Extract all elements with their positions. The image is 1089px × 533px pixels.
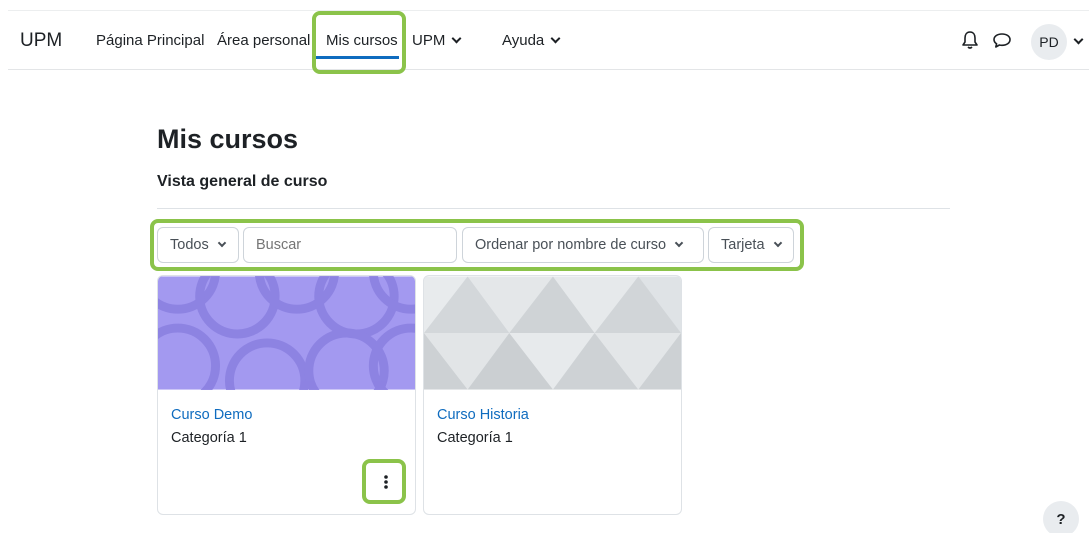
grouping-value: Todos: [170, 237, 209, 253]
top-navbar: UPM Página Principal Área personal Mis c…: [8, 10, 1089, 70]
nav-item-upm-dropdown[interactable]: UPM: [412, 32, 462, 49]
nav-item-area-personal[interactable]: Área personal: [217, 32, 310, 49]
chat-bubble-icon[interactable]: [992, 32, 1012, 49]
course-title-link[interactable]: Curso Historia: [437, 407, 529, 423]
section-subtitle: Vista general de curso: [157, 173, 328, 190]
help-button[interactable]: ?: [1043, 501, 1079, 533]
chevron-down-icon: [217, 238, 226, 248]
user-avatar[interactable]: PD: [1031, 24, 1067, 60]
sort-value: Ordenar por nombre de curso: [475, 237, 667, 253]
course-actions-button[interactable]: [376, 472, 396, 492]
chevron-down-icon: [773, 238, 782, 248]
bell-icon[interactable]: [961, 30, 979, 50]
sort-dropdown[interactable]: Ordenar por nombre de curso: [462, 227, 704, 263]
nav-item-pagina-principal[interactable]: Página Principal: [96, 32, 204, 49]
site-brand[interactable]: UPM: [20, 30, 62, 52]
kebab-menu-icon: [384, 475, 388, 489]
course-image-pattern[interactable]: [424, 276, 681, 390]
active-tab-indicator: [312, 56, 399, 59]
nav-item-upm-label: UPM: [412, 32, 446, 49]
chevron-down-icon: [550, 33, 561, 44]
course-card[interactable]: Curso Demo Categoría 1: [157, 275, 416, 515]
search-input[interactable]: [243, 227, 457, 263]
course-category: Categoría 1: [171, 430, 247, 446]
view-value: Tarjeta: [721, 237, 765, 253]
chevron-down-icon: [674, 238, 684, 248]
page-title: Mis cursos: [157, 124, 299, 154]
grouping-dropdown[interactable]: Todos: [157, 227, 239, 263]
course-title-link[interactable]: Curso Demo: [171, 407, 252, 423]
divider: [157, 208, 950, 209]
chevron-down-icon: [451, 33, 462, 44]
nav-item-ayuda-dropdown[interactable]: Ayuda: [502, 32, 561, 49]
nav-item-mis-cursos[interactable]: Mis cursos: [326, 32, 398, 49]
course-image-pattern[interactable]: [158, 276, 415, 390]
course-category: Categoría 1: [437, 430, 513, 446]
view-dropdown[interactable]: Tarjeta: [708, 227, 794, 263]
course-card[interactable]: Curso Historia Categoría 1: [423, 275, 682, 515]
nav-item-ayuda-label: Ayuda: [502, 32, 545, 49]
